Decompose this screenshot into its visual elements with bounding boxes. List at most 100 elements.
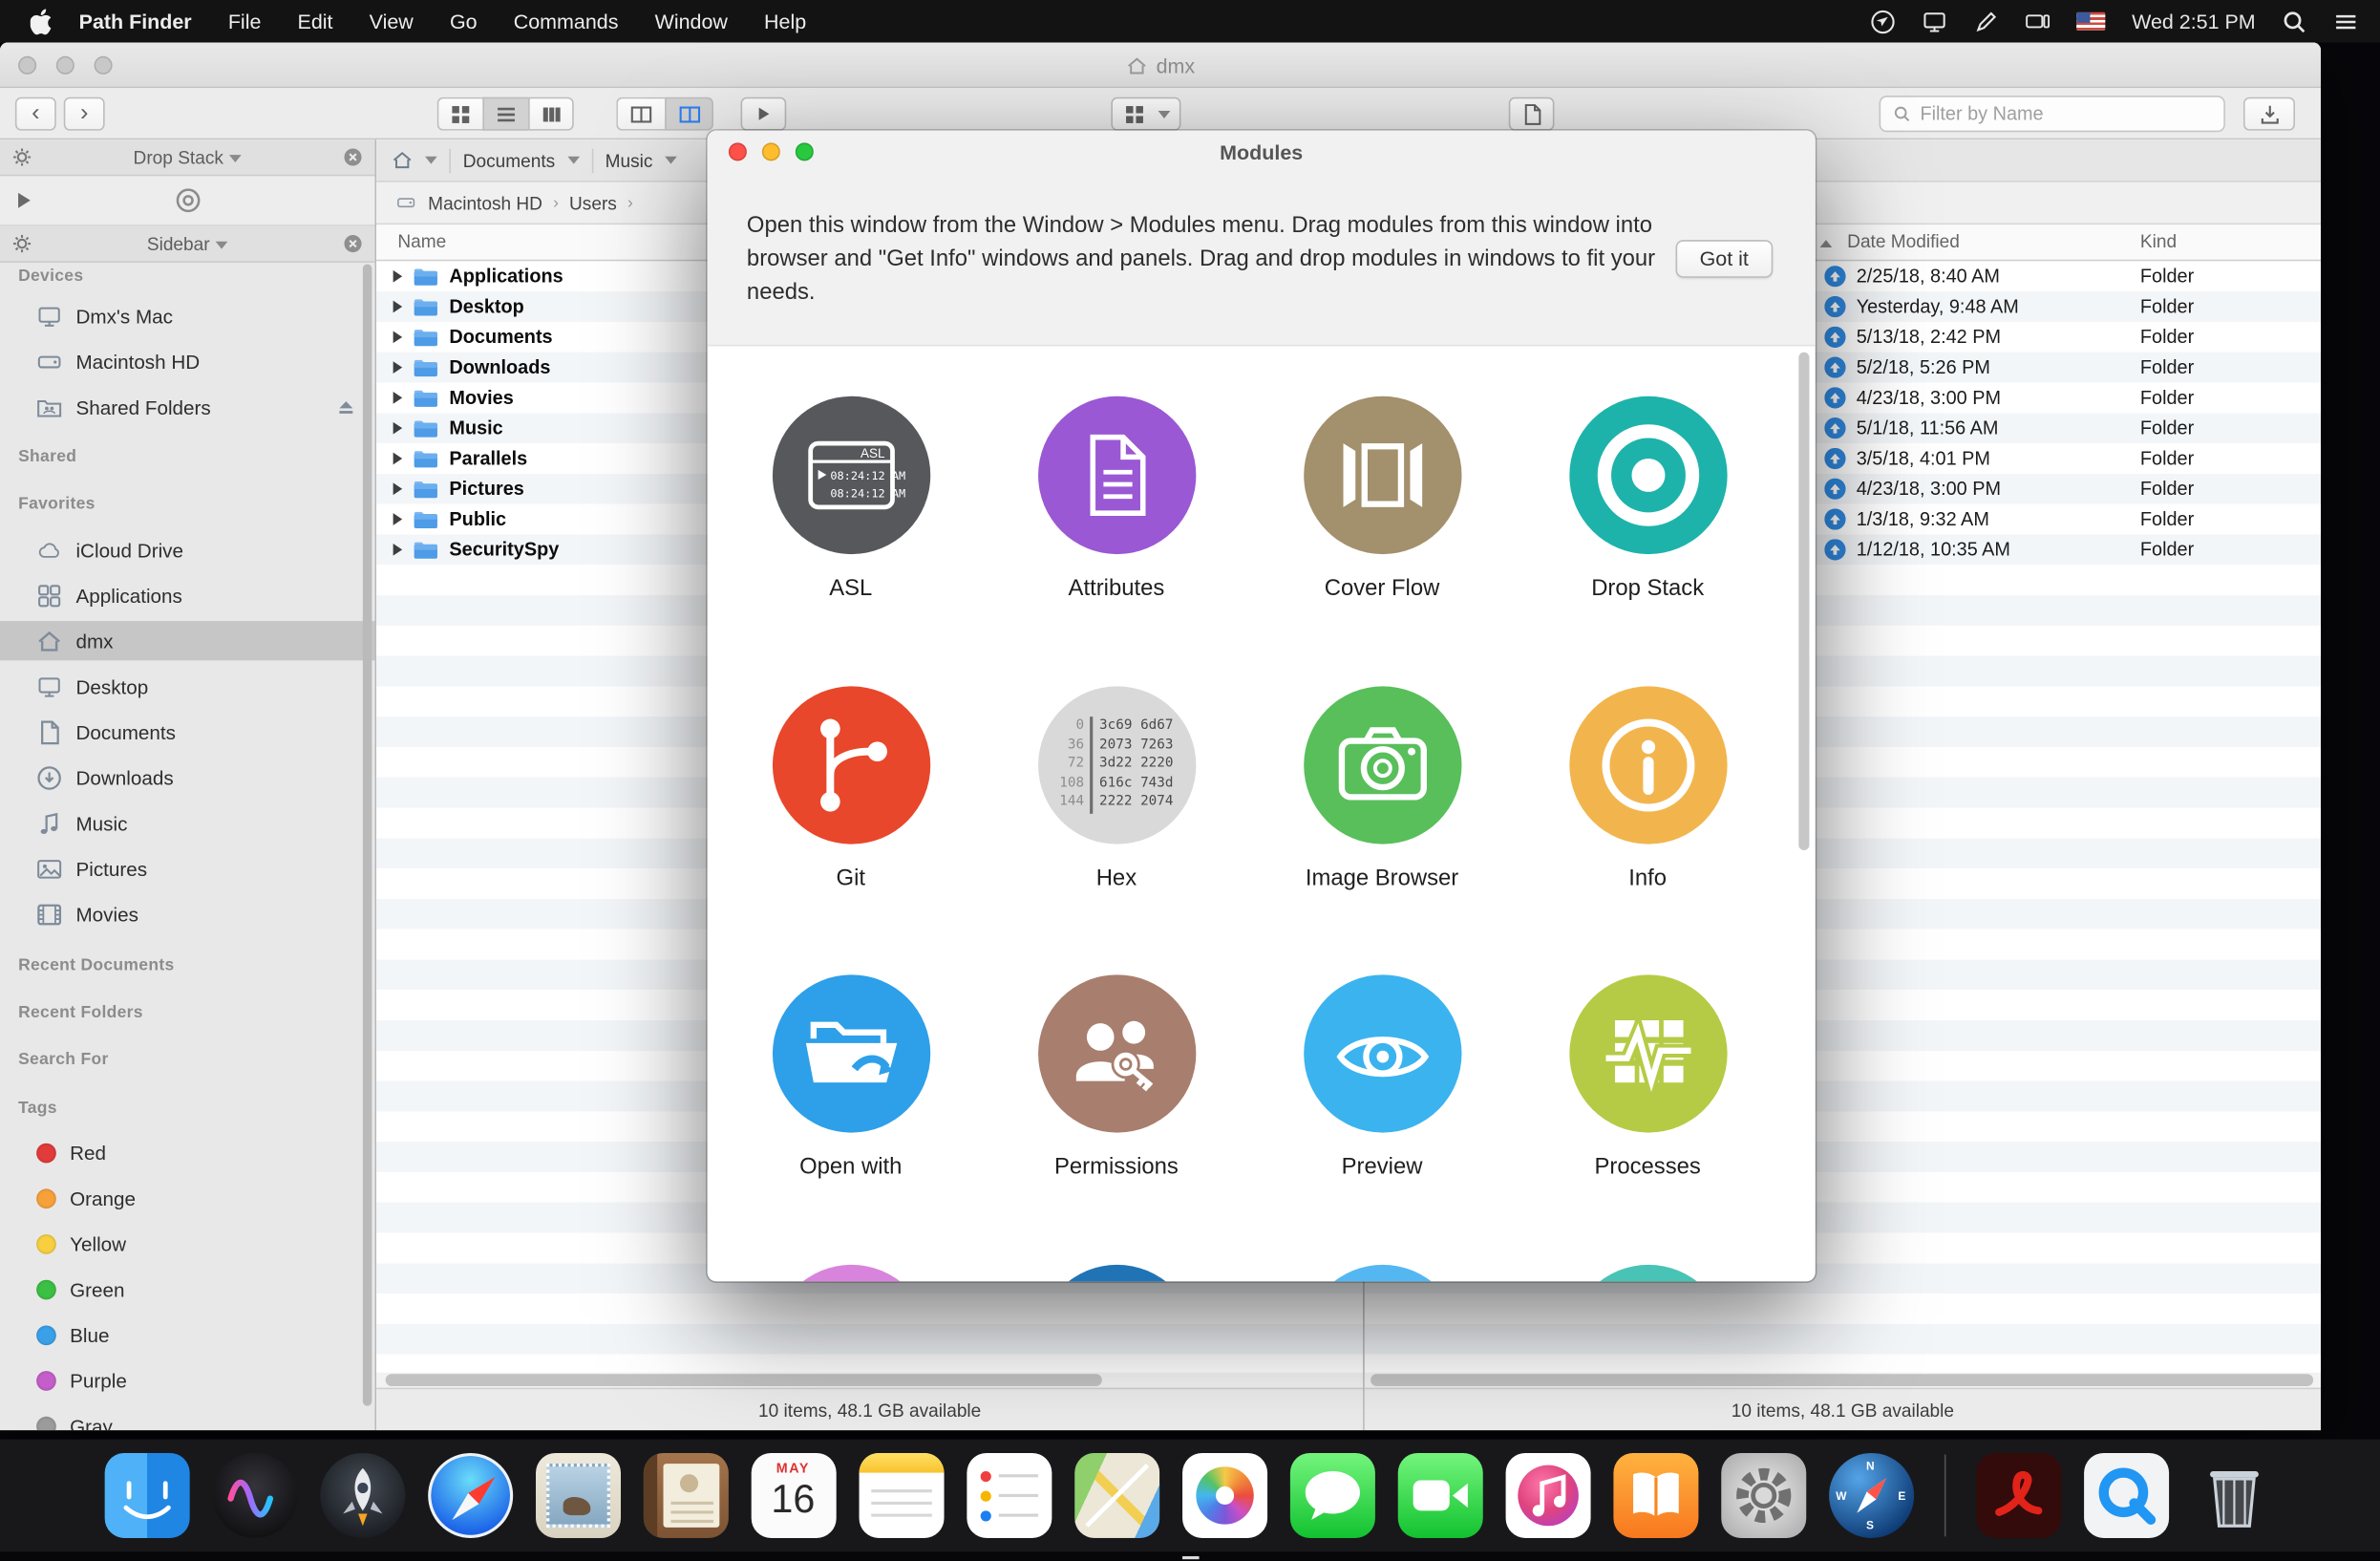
drop-stack-close-icon[interactable] (343, 147, 363, 167)
column-view-button[interactable] (528, 97, 574, 131)
sidebar-item-documents[interactable]: Documents (36, 712, 363, 751)
module-drop-stack[interactable]: Drop Stack (1515, 396, 1780, 686)
sidebar-item-icloud-drive[interactable]: iCloud Drive (36, 530, 363, 569)
menu-window[interactable]: Window (655, 10, 728, 32)
disclosure-triangle-icon[interactable] (393, 331, 403, 343)
module-open-with[interactable]: Open with (718, 974, 984, 1264)
maps-icon[interactable] (1073, 1453, 1158, 1538)
module-info[interactable]: Info (1515, 686, 1780, 975)
recent-folders-header[interactable]: Recent Folders (18, 1004, 143, 1022)
sidebar-item-desktop[interactable]: Desktop (36, 667, 363, 706)
sidebar-tag-orange[interactable]: Orange (36, 1178, 363, 1217)
module-partial-3[interactable] (1249, 1264, 1515, 1281)
system-preferences-icon[interactable] (1720, 1453, 1805, 1538)
sidebar-tag-red[interactable]: Red (36, 1133, 363, 1172)
menu-view[interactable]: View (370, 10, 414, 32)
sidebar-gear-icon[interactable] (12, 234, 32, 254)
finder-icon[interactable] (104, 1453, 189, 1538)
module-hex[interactable]: 0 36 72 108 144 3c69 6d67 2073 7263 3d22… (984, 686, 1249, 975)
itunes-icon[interactable] (1505, 1453, 1590, 1538)
menu-commands[interactable]: Commands (514, 10, 619, 32)
menu-file[interactable]: File (228, 10, 262, 32)
sidebar-item-music[interactable]: Music (36, 803, 363, 843)
module-processes[interactable]: Processes (1515, 974, 1780, 1264)
module-attributes[interactable]: Attributes (984, 396, 1249, 686)
disclosure-triangle-icon[interactable] (393, 270, 403, 283)
module-partial-4[interactable] (1515, 1264, 1780, 1281)
ibooks-icon[interactable] (1613, 1453, 1698, 1538)
devices-menu-icon[interactable] (2026, 9, 2051, 34)
notification-center-icon[interactable] (2333, 9, 2359, 34)
date-modified-column-header[interactable]: Date Modified (1847, 231, 1960, 252)
siri-icon[interactable] (212, 1453, 297, 1538)
drop-stack-header[interactable]: Drop Stack (0, 139, 375, 176)
filter-field[interactable]: Filter by Name (1880, 96, 2225, 132)
input-source-flag-icon[interactable] (2077, 12, 2106, 31)
drop-stack-target-row[interactable] (0, 176, 375, 225)
sidebar-tag-yellow[interactable]: Yellow (36, 1224, 363, 1263)
sidebar-tag-gray[interactable]: Gray (36, 1406, 363, 1430)
sidebar-close-icon[interactable] (343, 234, 363, 254)
disclosure-triangle-icon[interactable] (393, 513, 403, 525)
window-titlebar[interactable]: dmx (0, 43, 2321, 89)
disclosure-triangle-icon[interactable] (393, 422, 403, 435)
location-menu-icon[interactable] (1871, 9, 1897, 34)
single-pane-button[interactable] (616, 97, 665, 131)
pen-menu-icon[interactable] (1974, 9, 2000, 34)
disclosure-triangle-icon[interactable] (393, 482, 403, 495)
sidebar-item-downloads[interactable]: Downloads (36, 758, 363, 797)
safari-icon[interactable] (427, 1453, 512, 1538)
notes-icon[interactable] (859, 1453, 944, 1538)
icon-view-button[interactable] (437, 97, 483, 131)
launchpad-icon[interactable] (320, 1453, 405, 1538)
search-for-header[interactable]: Search For (18, 1051, 109, 1069)
drop-stack-gear-icon[interactable] (12, 147, 32, 167)
sidebar-item-macintosh-hd[interactable]: Macintosh HD (36, 342, 363, 381)
sidebar-header[interactable]: Sidebar (0, 226, 375, 263)
breadcrumb-macintosh-hd[interactable]: Macintosh HD (428, 192, 542, 213)
list-view-button[interactable] (482, 97, 528, 131)
disclosure-triangle-icon[interactable] (393, 392, 403, 404)
sidebar-item-dmx[interactable]: dmx (36, 621, 363, 660)
path-segment-music[interactable]: Music (606, 150, 677, 171)
sidebar-tag-purple[interactable]: Purple (36, 1360, 363, 1400)
disclosure-triangle-icon[interactable] (393, 361, 403, 374)
reminders-icon[interactable] (967, 1453, 1052, 1538)
dialog-titlebar[interactable]: Modules (708, 131, 1816, 174)
calendar-icon[interactable]: MAY 16 (751, 1453, 836, 1538)
sidebar-tag-blue[interactable]: Blue (36, 1315, 363, 1354)
forward-button[interactable]: › (64, 97, 105, 131)
module-git[interactable]: Git (718, 686, 984, 975)
menu-go[interactable]: Go (450, 10, 478, 32)
app-menu-title[interactable]: Path Finder (79, 10, 192, 32)
eject-icon[interactable] (335, 396, 356, 417)
got-it-button[interactable]: Got it (1675, 240, 1773, 278)
recent-documents-header[interactable]: Recent Documents (18, 956, 174, 974)
contacts-icon[interactable] (643, 1453, 728, 1538)
horizontal-scrollbar[interactable] (1365, 1373, 2321, 1388)
path-finder-icon[interactable]: N W E S (1828, 1453, 1913, 1538)
trash-icon[interactable] (2191, 1453, 2276, 1538)
disclosure-triangle-icon[interactable] (393, 544, 403, 556)
name-column-header[interactable]: Name (397, 231, 446, 252)
sidebar-item-shared-folders[interactable]: Shared Folders (36, 387, 363, 426)
acrobat-icon[interactable] (1975, 1453, 2060, 1538)
menu-edit[interactable]: Edit (298, 10, 333, 32)
module-asl[interactable]: ASL 08:24:12 AM 08:24:12 AM ASL (718, 396, 984, 686)
path-segment-documents[interactable]: Documents (463, 150, 580, 171)
quicktime-icon[interactable] (2083, 1453, 2168, 1538)
module-permissions[interactable]: Permissions (984, 974, 1249, 1264)
apple-menu-icon[interactable] (31, 9, 52, 34)
slideshow-button[interactable] (741, 97, 787, 131)
disclosure-triangle-icon[interactable] (393, 453, 403, 465)
sidebar-scrollbar[interactable] (363, 265, 372, 1406)
module-partial-2[interactable] (984, 1264, 1249, 1281)
module-preview[interactable]: Preview (1249, 974, 1515, 1264)
back-button[interactable]: ‹ (15, 97, 56, 131)
module-image-browser[interactable]: Image Browser (1249, 686, 1515, 975)
download-toolbar-button[interactable] (2243, 97, 2295, 131)
disclosure-triangle-icon[interactable] (393, 301, 403, 313)
path-home-dropdown[interactable] (392, 150, 437, 170)
dual-pane-button[interactable] (665, 97, 713, 131)
module-cover-flow[interactable]: Cover Flow (1249, 396, 1515, 686)
